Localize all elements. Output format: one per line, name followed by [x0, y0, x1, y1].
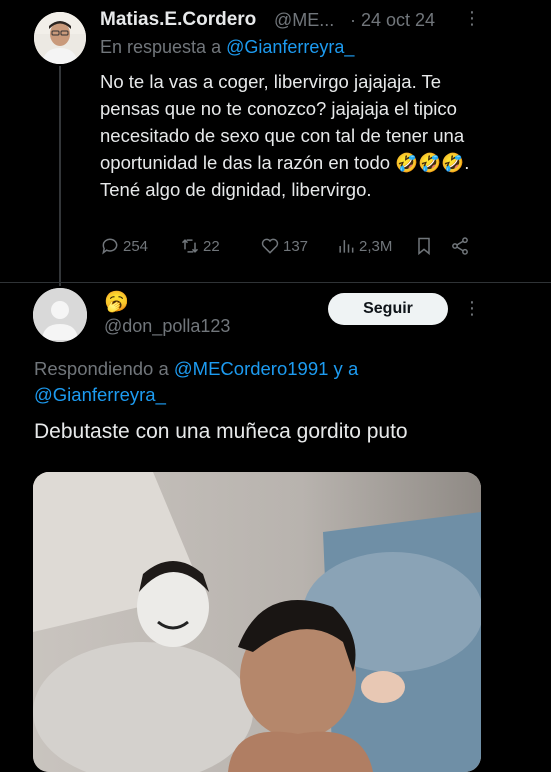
retweet-button[interactable]: 22: [180, 236, 220, 256]
reply-count: 254: [123, 237, 149, 255]
tweet-media-image[interactable]: [33, 472, 481, 772]
tweet-text: No te la vas a coger, libervirgo jajajaj…: [100, 71, 470, 200]
follow-button[interactable]: Seguir: [328, 293, 448, 325]
tweet-actions: 254 22 137 2,3M: [100, 236, 480, 262]
bar-chart-icon: [339, 240, 354, 253]
share-button[interactable]: [450, 236, 470, 256]
views-button[interactable]: 2,3M: [336, 236, 392, 256]
share-icon: [452, 237, 468, 255]
tweet-text: Debutaste con una muñeca gordito puto: [34, 420, 408, 443]
author-handle[interactable]: @ME...: [274, 10, 334, 31]
speech-bubble-icon: [102, 238, 118, 255]
thread-line: [59, 66, 61, 286]
responding-and: y a: [328, 358, 359, 379]
like-button[interactable]: 137: [260, 236, 308, 256]
author-handle[interactable]: @don_polla123: [104, 316, 230, 337]
default-avatar-icon: [33, 288, 87, 342]
reply-context: En respuesta a @Gianferreyra_: [100, 37, 354, 58]
heart-icon: [261, 238, 279, 254]
avatar[interactable]: [33, 288, 87, 342]
reply-handle-link[interactable]: @Gianferreyra_: [34, 384, 166, 405]
avatar[interactable]: [34, 12, 86, 64]
more-icon[interactable]: ⋮: [463, 8, 481, 29]
responding-prefix: Respondiendo a: [34, 358, 174, 379]
like-count: 137: [283, 237, 309, 255]
display-name[interactable]: 🥱: [104, 289, 129, 314]
reply-button[interactable]: 254: [100, 236, 148, 256]
divider: [0, 282, 551, 283]
author-name[interactable]: Matias.E.Cordero: [100, 9, 256, 31]
tweet-date[interactable]: · 24 oct 24: [350, 10, 435, 31]
views-count: 2,3M: [359, 237, 393, 255]
reply-context: Respondiendo a @MECordero1991 y a @Gianfe…: [34, 356, 504, 408]
reply-prefix: En respuesta a: [100, 37, 227, 57]
more-icon[interactable]: ⋮: [463, 298, 481, 319]
reply-handle-link[interactable]: @Gianferreyra_: [226, 37, 354, 57]
bookmark-icon: [418, 237, 430, 256]
retweet-count: 22: [203, 237, 220, 255]
bookmark-button[interactable]: [414, 236, 434, 256]
avatar-photo: [34, 12, 86, 64]
retweet-icon: [181, 239, 199, 253]
reply-handle-link[interactable]: @MECordero1991: [174, 358, 329, 379]
photo: [33, 472, 481, 772]
